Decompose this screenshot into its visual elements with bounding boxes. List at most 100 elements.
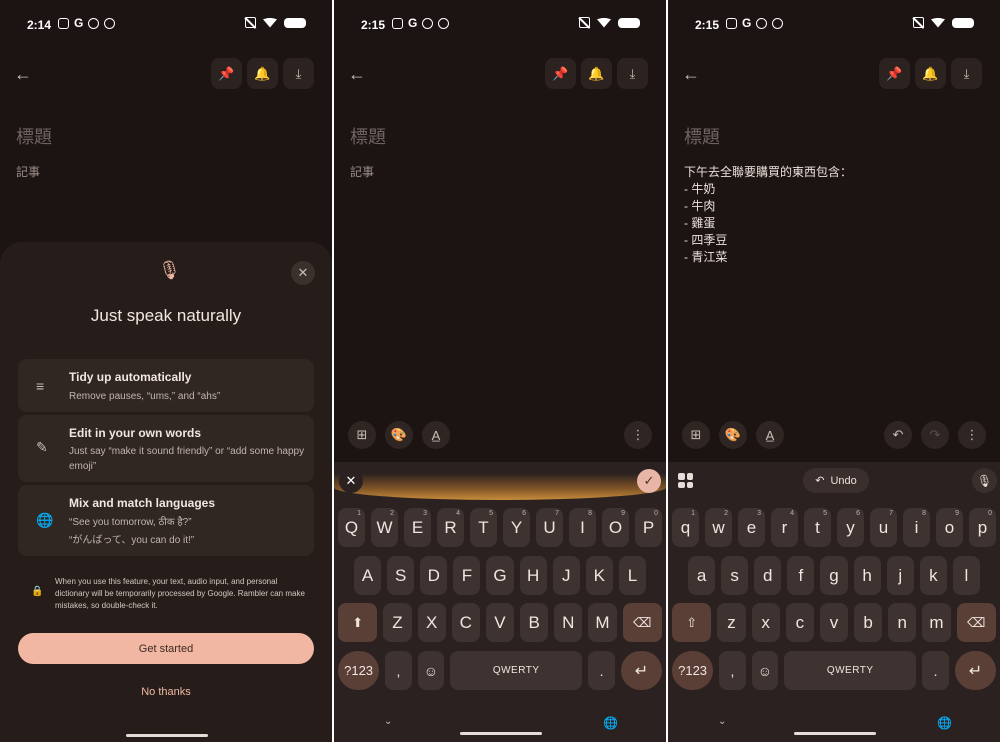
redo-icon[interactable]: ↷ [921, 421, 949, 449]
key-v[interactable]: V [485, 603, 515, 642]
period-key[interactable]: . [588, 651, 615, 690]
emoji-icon[interactable]: ☺ [417, 651, 445, 690]
symbols-key[interactable]: ?123 [338, 651, 380, 690]
apps-grid-icon[interactable] [678, 473, 693, 488]
symbols-key[interactable]: ?123 [672, 651, 714, 690]
key-i[interactable]: i8 [903, 508, 930, 547]
key-a[interactable]: a [688, 556, 716, 595]
pin-icon[interactable]: 📌 [211, 58, 242, 89]
key-m[interactable]: m [922, 603, 951, 642]
key-t[interactable]: t5 [804, 508, 831, 547]
key-b[interactable]: b [854, 603, 883, 642]
key-f[interactable]: F [453, 556, 481, 595]
key-x[interactable]: x [751, 603, 780, 642]
key-w[interactable]: W2 [371, 508, 398, 547]
key-b[interactable]: B [520, 603, 549, 642]
note-body-placeholder[interactable]: 記事 [16, 164, 40, 181]
key-h[interactable]: h [853, 556, 881, 595]
comma-key[interactable]: , [719, 651, 746, 690]
key-p[interactable]: p0 [969, 508, 996, 547]
reminder-bell-icon[interactable]: 🔔 [915, 58, 946, 89]
key-s[interactable]: S [387, 556, 415, 595]
close-icon[interactable]: ✕ [291, 261, 315, 285]
key-p[interactable]: P0 [635, 508, 662, 547]
gesture-bar[interactable] [126, 734, 208, 737]
palette-icon[interactable]: 🎨 [719, 421, 747, 449]
note-title-placeholder[interactable]: 標題 [350, 123, 386, 149]
reminder-bell-icon[interactable]: 🔔 [247, 58, 278, 89]
note-body[interactable]: 下午去全聯要購買的東西包含： - 牛奶 - 牛肉 - 雞蛋 - 四季豆 - 青江… [684, 164, 852, 266]
key-h[interactable]: H [519, 556, 547, 595]
key-y[interactable]: y6 [837, 508, 864, 547]
key-c[interactable]: C [451, 603, 480, 642]
enter-key[interactable]: ↵ [620, 651, 662, 690]
emoji-icon[interactable]: ☺ [751, 651, 779, 690]
globe-icon[interactable]: 🌐 [937, 716, 952, 730]
key-i[interactable]: I8 [569, 508, 596, 547]
key-r[interactable]: R4 [437, 508, 464, 547]
key-g[interactable]: g [820, 556, 848, 595]
key-a[interactable]: A [354, 556, 382, 595]
key-k[interactable]: k [919, 556, 947, 595]
palette-icon[interactable]: 🎨 [385, 421, 413, 449]
pin-icon[interactable]: 📌 [879, 58, 910, 89]
key-q[interactable]: q1 [672, 508, 699, 547]
key-y[interactable]: Y6 [503, 508, 530, 547]
more-vert-icon[interactable]: ⋮ [958, 421, 986, 449]
enter-key[interactable]: ↵ [954, 651, 996, 690]
key-n[interactable]: n [888, 603, 917, 642]
key-f[interactable]: f [787, 556, 815, 595]
gesture-bar[interactable] [460, 732, 542, 735]
gesture-bar[interactable] [794, 732, 876, 735]
key-v[interactable]: v [819, 603, 849, 642]
key-k[interactable]: K [585, 556, 613, 595]
pin-icon[interactable]: 📌 [545, 58, 576, 89]
shift-key[interactable]: ⇧ [672, 603, 712, 642]
comma-key[interactable]: , [385, 651, 412, 690]
space-key[interactable]: QWERTY [784, 651, 917, 690]
close-icon[interactable]: ✕ [339, 469, 363, 493]
archive-icon[interactable]: ⤓ [283, 58, 314, 89]
shift-key[interactable]: ⬆ [338, 603, 378, 642]
key-d[interactable]: d [754, 556, 782, 595]
undo-icon[interactable]: ↶ [884, 421, 912, 449]
key-z[interactable]: Z [383, 603, 412, 642]
more-vert-icon[interactable]: ⋮ [624, 421, 652, 449]
note-title-placeholder[interactable]: 標題 [684, 123, 720, 149]
key-c[interactable]: c [785, 603, 814, 642]
add-box-icon[interactable]: ⊞ [348, 421, 376, 449]
undo-chip[interactable]: ↶ Undo [803, 468, 869, 493]
key-n[interactable]: N [554, 603, 583, 642]
check-icon[interactable]: ✓ [637, 469, 661, 493]
key-u[interactable]: u7 [870, 508, 897, 547]
period-key[interactable]: . [922, 651, 949, 690]
key-d[interactable]: D [420, 556, 448, 595]
back-arrow-icon[interactable]: ← [348, 64, 366, 85]
add-box-icon[interactable]: ⊞ [682, 421, 710, 449]
chevron-down-icon[interactable]: ⌄ [718, 716, 726, 727]
key-o[interactable]: o9 [936, 508, 963, 547]
note-body-placeholder[interactable]: 記事 [350, 164, 374, 181]
key-z[interactable]: z [717, 603, 746, 642]
key-l[interactable]: l [952, 556, 980, 595]
backspace-key[interactable]: ⌫ [956, 603, 996, 642]
key-j[interactable]: J [552, 556, 580, 595]
voice-mic-icon[interactable]: 🎙 [972, 468, 997, 493]
text-format-icon[interactable]: A̲ [756, 421, 784, 449]
key-x[interactable]: X [417, 603, 446, 642]
chevron-down-icon[interactable]: ⌄ [384, 716, 392, 727]
key-m[interactable]: M [588, 603, 617, 642]
space-key[interactable]: QWERTY [450, 651, 583, 690]
archive-icon[interactable]: ⤓ [951, 58, 982, 89]
key-e[interactable]: E3 [404, 508, 431, 547]
get-started-button[interactable]: Get started [18, 633, 314, 664]
key-q[interactable]: Q1 [338, 508, 365, 547]
key-g[interactable]: G [486, 556, 514, 595]
key-o[interactable]: O9 [602, 508, 629, 547]
key-s[interactable]: s [721, 556, 749, 595]
archive-icon[interactable]: ⤓ [617, 58, 648, 89]
reminder-bell-icon[interactable]: 🔔 [581, 58, 612, 89]
no-thanks-button[interactable]: No thanks [0, 686, 332, 698]
key-w[interactable]: w2 [705, 508, 732, 547]
key-e[interactable]: e3 [738, 508, 765, 547]
